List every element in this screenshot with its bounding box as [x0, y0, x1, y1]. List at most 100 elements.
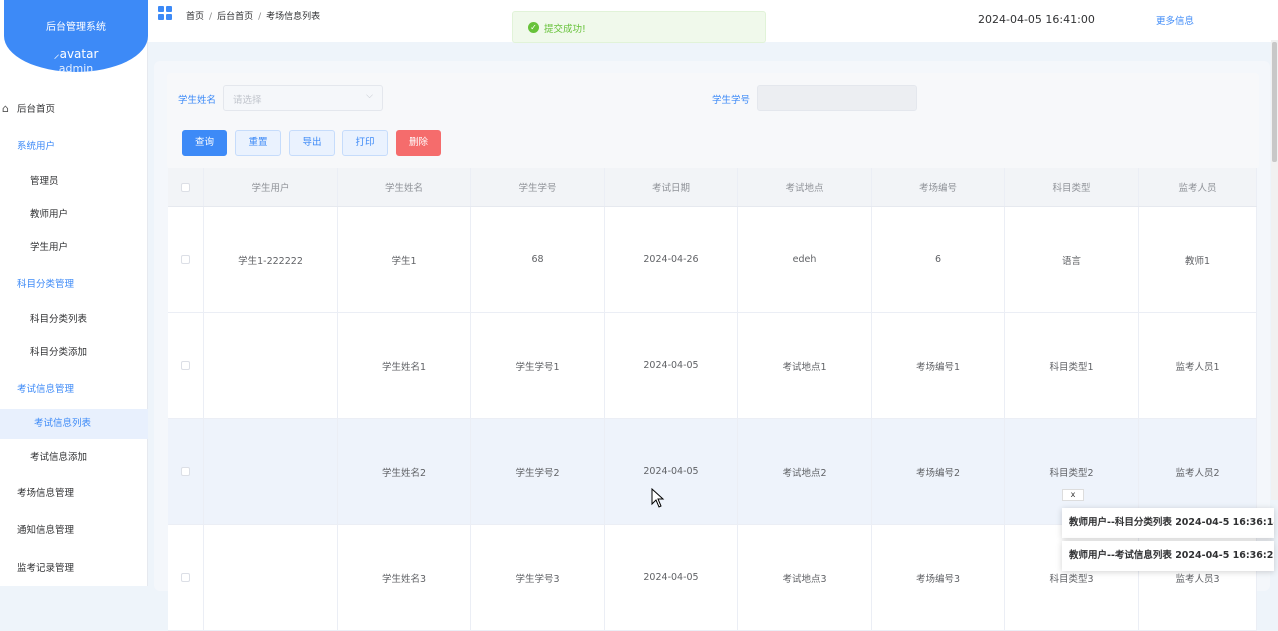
- table-cell: 语言: [1005, 207, 1139, 312]
- student-id-label: 学生学号: [712, 95, 751, 106]
- sidebar-item-label: 考试信息列表: [34, 418, 92, 429]
- home-icon: ⌂: [2, 102, 9, 115]
- reset-button[interactable]: 重置: [235, 130, 281, 156]
- mouse-cursor-icon: [651, 488, 665, 508]
- row-checkbox[interactable]: [181, 255, 190, 264]
- toast-message: 提交成功!: [544, 24, 586, 35]
- sidebar-item-label: 科目分类列表: [30, 314, 88, 325]
- table-cell: 学生1: [338, 207, 471, 312]
- page-scrollbar[interactable]: [1271, 40, 1278, 500]
- current-datetime: 2024-04-05 16:41:00: [978, 13, 1095, 26]
- sidebar-item[interactable]: 系统用户: [0, 132, 148, 162]
- table-row[interactable]: 学生姓名1 学生学号1 2024-04-05 考试地点1 考场编号1 科目类型1 监考人员1: [168, 313, 1257, 419]
- success-toast: ✓ 提交成功!: [512, 11, 766, 43]
- table-cell: 监考人员1: [1139, 313, 1257, 418]
- breadcrumb-item[interactable]: 后台首页: [217, 12, 253, 22]
- export-button[interactable]: 导出: [289, 130, 335, 156]
- table-row[interactable]: 学生1-222222 学生1 68 2024-04-26 edeh 6 语言 教师1: [168, 207, 1257, 313]
- student-id-input[interactable]: [757, 85, 917, 111]
- row-select-cell: [168, 207, 204, 312]
- table-cell: [204, 525, 338, 630]
- table-cell: 学生学号1: [471, 313, 605, 418]
- row-select-cell: [168, 313, 204, 418]
- table-cell: 68: [471, 207, 605, 312]
- column-header: 考场编号: [872, 168, 1005, 206]
- row-checkbox[interactable]: [181, 361, 190, 370]
- table-cell: 考试地点2: [738, 419, 872, 524]
- row-select-cell: [168, 419, 204, 524]
- sidebar: 后台管理系统 ⸝avatar admin ⌂ 后台首页系统用户管理员教师用户学生用…: [0, 0, 148, 586]
- breadcrumb-item[interactable]: 首页: [186, 12, 204, 22]
- table-cell: 2024-04-05: [605, 525, 738, 630]
- student-name-select[interactable]: 请选择 ⌵: [223, 85, 383, 111]
- sidebar-item-label: 教师用户: [30, 209, 69, 220]
- table-cell: 考试地点3: [738, 525, 872, 630]
- row-checkbox[interactable]: [181, 573, 190, 582]
- sidebar-item[interactable]: 考试信息列表: [0, 409, 148, 439]
- table-cell: 教师1: [1139, 207, 1257, 312]
- grid-menu-icon[interactable]: [158, 6, 172, 20]
- avatar[interactable]: ⸝avatar: [4, 45, 148, 62]
- breadcrumb: 首页 / 后台首页 / 考场信息列表: [186, 12, 321, 22]
- row-checkbox[interactable]: [181, 467, 190, 476]
- column-header: 学生用户: [204, 168, 338, 206]
- column-header: 考试地点: [738, 168, 872, 206]
- username: admin: [58, 62, 94, 75]
- sidebar-item[interactable]: 考场信息管理: [0, 479, 148, 509]
- sidebar-item[interactable]: 管理员: [0, 167, 148, 197]
- table-cell: 学生姓名3: [338, 525, 471, 630]
- sidebar-item-label: 监考记录管理: [17, 563, 75, 574]
- avatar-alt-text: avatar: [59, 47, 99, 61]
- table-cell: 学生姓名2: [338, 419, 471, 524]
- table-cell: 学生学号2: [471, 419, 605, 524]
- table-cell: 考场编号1: [872, 313, 1005, 418]
- sidebar-item-label: 考场信息管理: [17, 488, 75, 499]
- sidebar-item[interactable]: 通知信息管理: [0, 516, 148, 546]
- sidebar-item[interactable]: 考试信息添加: [0, 443, 148, 473]
- row-select-cell: [168, 525, 204, 630]
- sidebar-item[interactable]: 监考记录管理: [0, 554, 148, 584]
- column-header: 科目类型: [1005, 168, 1139, 206]
- select-all-checkbox[interactable]: [181, 182, 190, 192]
- sidebar-item-label: 科目分类添加: [30, 347, 88, 358]
- delete-button[interactable]: 删除: [396, 130, 441, 156]
- sidebar-item[interactable]: ⌂ 后台首页: [0, 95, 148, 125]
- table-cell: 考场编号3: [872, 525, 1005, 630]
- select-all-cell: [168, 168, 204, 206]
- table-cell: 考试地点1: [738, 313, 872, 418]
- scrollbar-thumb[interactable]: [1272, 42, 1277, 162]
- print-button[interactable]: 打印: [342, 130, 388, 156]
- sidebar-item-label: 学生用户: [30, 242, 69, 253]
- table-header: 学生用户 学生姓名 学生学号 考试日期 考试地点 考场编号 科目类型 监考人员: [168, 168, 1257, 207]
- table-cell: [204, 313, 338, 418]
- query-button[interactable]: 查询: [182, 130, 227, 156]
- table-cell: 学生姓名1: [338, 313, 471, 418]
- close-notification-button[interactable]: x: [1062, 489, 1084, 501]
- select-placeholder: 请选择: [233, 95, 262, 106]
- system-name: 后台管理系统: [46, 22, 106, 33]
- column-header: 学生姓名: [338, 168, 471, 206]
- sidebar-item[interactable]: 科目分类列表: [0, 305, 148, 335]
- sidebar-item-label: 通知信息管理: [17, 525, 75, 536]
- more-info-link[interactable]: 更多信息: [1156, 13, 1194, 27]
- table-cell: 2024-04-26: [605, 207, 738, 312]
- sidebar-item-label: 系统用户: [17, 141, 56, 152]
- sidebar-item[interactable]: 科目分类管理: [0, 270, 148, 300]
- sidebar-item-label: 后台首页: [17, 104, 56, 115]
- table-cell: edeh: [738, 207, 872, 312]
- table-cell: 学生1-222222: [204, 207, 338, 312]
- table-cell: 2024-04-05: [605, 419, 738, 524]
- notification-item[interactable]: 教师用户--科目分类列表 2024-04-5 16:36:18: [1062, 508, 1274, 538]
- column-header: 考试日期: [605, 168, 738, 206]
- table-cell: 科目类型1: [1005, 313, 1139, 418]
- sidebar-item[interactable]: 学生用户: [0, 233, 148, 263]
- breadcrumb-item: 考场信息列表: [266, 12, 321, 22]
- sidebar-item[interactable]: 科目分类添加: [0, 338, 148, 368]
- check-circle-icon: ✓: [528, 22, 539, 33]
- chevron-down-icon: ⌵: [366, 91, 373, 101]
- table-cell: 考场编号2: [872, 419, 1005, 524]
- notification-item[interactable]: 教师用户--考试信息列表 2024-04-5 16:36:21: [1062, 541, 1274, 571]
- sidebar-item[interactable]: 教师用户: [0, 200, 148, 230]
- table-cell: [204, 419, 338, 524]
- sidebar-item[interactable]: 考试信息管理: [0, 375, 148, 405]
